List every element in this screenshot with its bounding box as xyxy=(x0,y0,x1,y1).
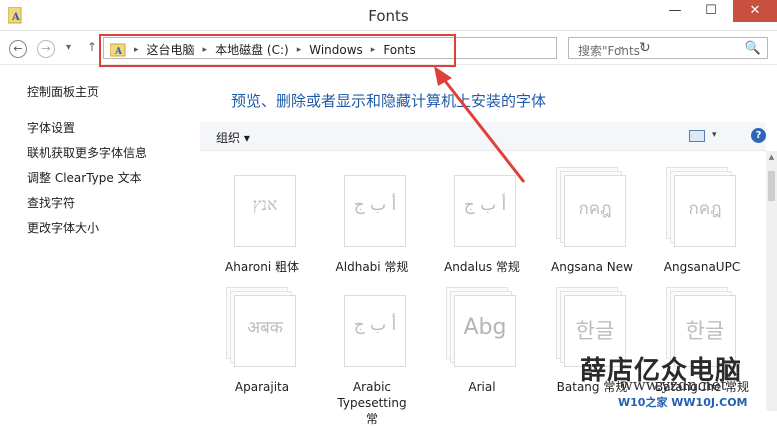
watermark-site: W10之家 WW10J.COM xyxy=(618,396,748,409)
minimize-button[interactable]: — xyxy=(661,0,689,22)
title-bar: A Fonts — ☐ ✕ xyxy=(0,0,777,31)
search-input[interactable]: 搜索"Fonts" 🔍 xyxy=(568,37,768,59)
recent-locations-dropdown[interactable]: ▾ xyxy=(66,42,71,53)
font-sample: Abg xyxy=(463,315,507,340)
font-tile[interactable]: אנץ Aharoni 粗体 xyxy=(214,167,310,277)
font-sample: أ ب ج xyxy=(353,195,397,215)
font-family-tile[interactable]: अबक Aparajita xyxy=(214,287,310,397)
scroll-thumb[interactable] xyxy=(768,171,775,201)
view-options-dropdown[interactable]: ▾ xyxy=(712,130,717,140)
font-name: Arabic Typesetting 常 xyxy=(337,380,407,426)
font-family-icon: अबक xyxy=(226,287,296,367)
sidebar-item-font-size[interactable]: 更改字体大小 xyxy=(27,219,99,236)
font-name: Andalus 常规 xyxy=(444,260,520,274)
forward-button[interactable]: → xyxy=(37,40,55,58)
font-tile[interactable]: أ ب ج Andalus 常规 xyxy=(434,167,530,277)
font-name: Aldhabi 常规 xyxy=(335,260,409,274)
font-name: Angsana New xyxy=(551,260,633,274)
control-panel-home-link[interactable]: 控制面板主页 xyxy=(27,83,99,100)
font-name: Aharoni 粗体 xyxy=(225,260,299,274)
watermark-url: www.yzdn.net xyxy=(620,376,727,394)
font-family-icon: กคฎ xyxy=(666,167,736,247)
change-view-icon[interactable] xyxy=(689,130,705,142)
font-sample: 한글 xyxy=(575,319,615,343)
sidebar-item-get-font-info[interactable]: 联机获取更多字体信息 xyxy=(27,144,147,161)
font-sample: אנץ xyxy=(252,195,278,215)
font-tile[interactable]: أ ب ج Aldhabi 常规 xyxy=(324,167,420,277)
scroll-up-icon[interactable]: ▲ xyxy=(766,153,777,161)
font-sample: अबक xyxy=(247,318,283,338)
font-sample: กคฎ xyxy=(578,199,612,219)
font-family-tile[interactable]: Abg Arial xyxy=(434,287,530,397)
font-sample: กคฎ xyxy=(688,199,722,219)
font-sample: 한글 xyxy=(685,319,725,343)
close-button[interactable]: ✕ xyxy=(733,0,777,22)
font-family-icon: กคฎ xyxy=(556,167,626,247)
sidebar-item-font-settings[interactable]: 字体设置 xyxy=(27,119,75,136)
font-file-icon: أ ب ج xyxy=(336,287,406,367)
sidebar-item-find-character[interactable]: 查找字符 xyxy=(27,194,75,211)
font-name: Arial xyxy=(468,380,496,394)
watermark: 薛店亿众电脑 www.yzdn.net W10之家 WW10J.COM xyxy=(574,350,777,411)
maximize-button[interactable]: ☐ xyxy=(697,0,725,22)
back-button[interactable]: ← xyxy=(9,40,27,58)
font-file-icon: أ ب ج xyxy=(446,167,516,247)
search-placeholder: 搜索"Fonts" xyxy=(578,44,646,58)
search-icon[interactable]: 🔍 xyxy=(745,41,761,56)
left-pane: 控制面板主页 字体设置 联机获取更多字体信息 调整 ClearType 文本 查… xyxy=(0,65,200,411)
font-family-tile[interactable]: กคฎ Angsana New xyxy=(544,167,640,277)
organize-menu-button[interactable]: 组织 ▾ xyxy=(216,129,250,146)
font-name: AngsanaUPC xyxy=(663,260,741,274)
command-toolbar: 组织 ▾ ▾ ? xyxy=(200,122,766,151)
up-button[interactable]: ↑ xyxy=(87,40,97,54)
page-heading: 预览、删除或者显示和隐藏计算机上安装的字体 xyxy=(231,92,547,110)
font-family-tile[interactable]: กคฎ AngsanaUPC xyxy=(654,167,750,277)
help-icon[interactable]: ? xyxy=(751,128,766,143)
font-file-icon: أ ب ج xyxy=(336,167,406,247)
font-tile[interactable]: أ ب ج Arabic Typesetting 常 xyxy=(324,287,420,426)
font-name: Aparajita xyxy=(234,380,290,394)
font-sample: أ ب ج xyxy=(353,315,397,335)
address-highlight-box xyxy=(99,34,456,67)
font-sample: أ ب ج xyxy=(463,195,507,215)
font-file-icon: אנץ xyxy=(226,167,296,247)
font-family-icon: Abg xyxy=(446,287,516,367)
sidebar-item-cleartype[interactable]: 调整 ClearType 文本 xyxy=(27,169,142,186)
